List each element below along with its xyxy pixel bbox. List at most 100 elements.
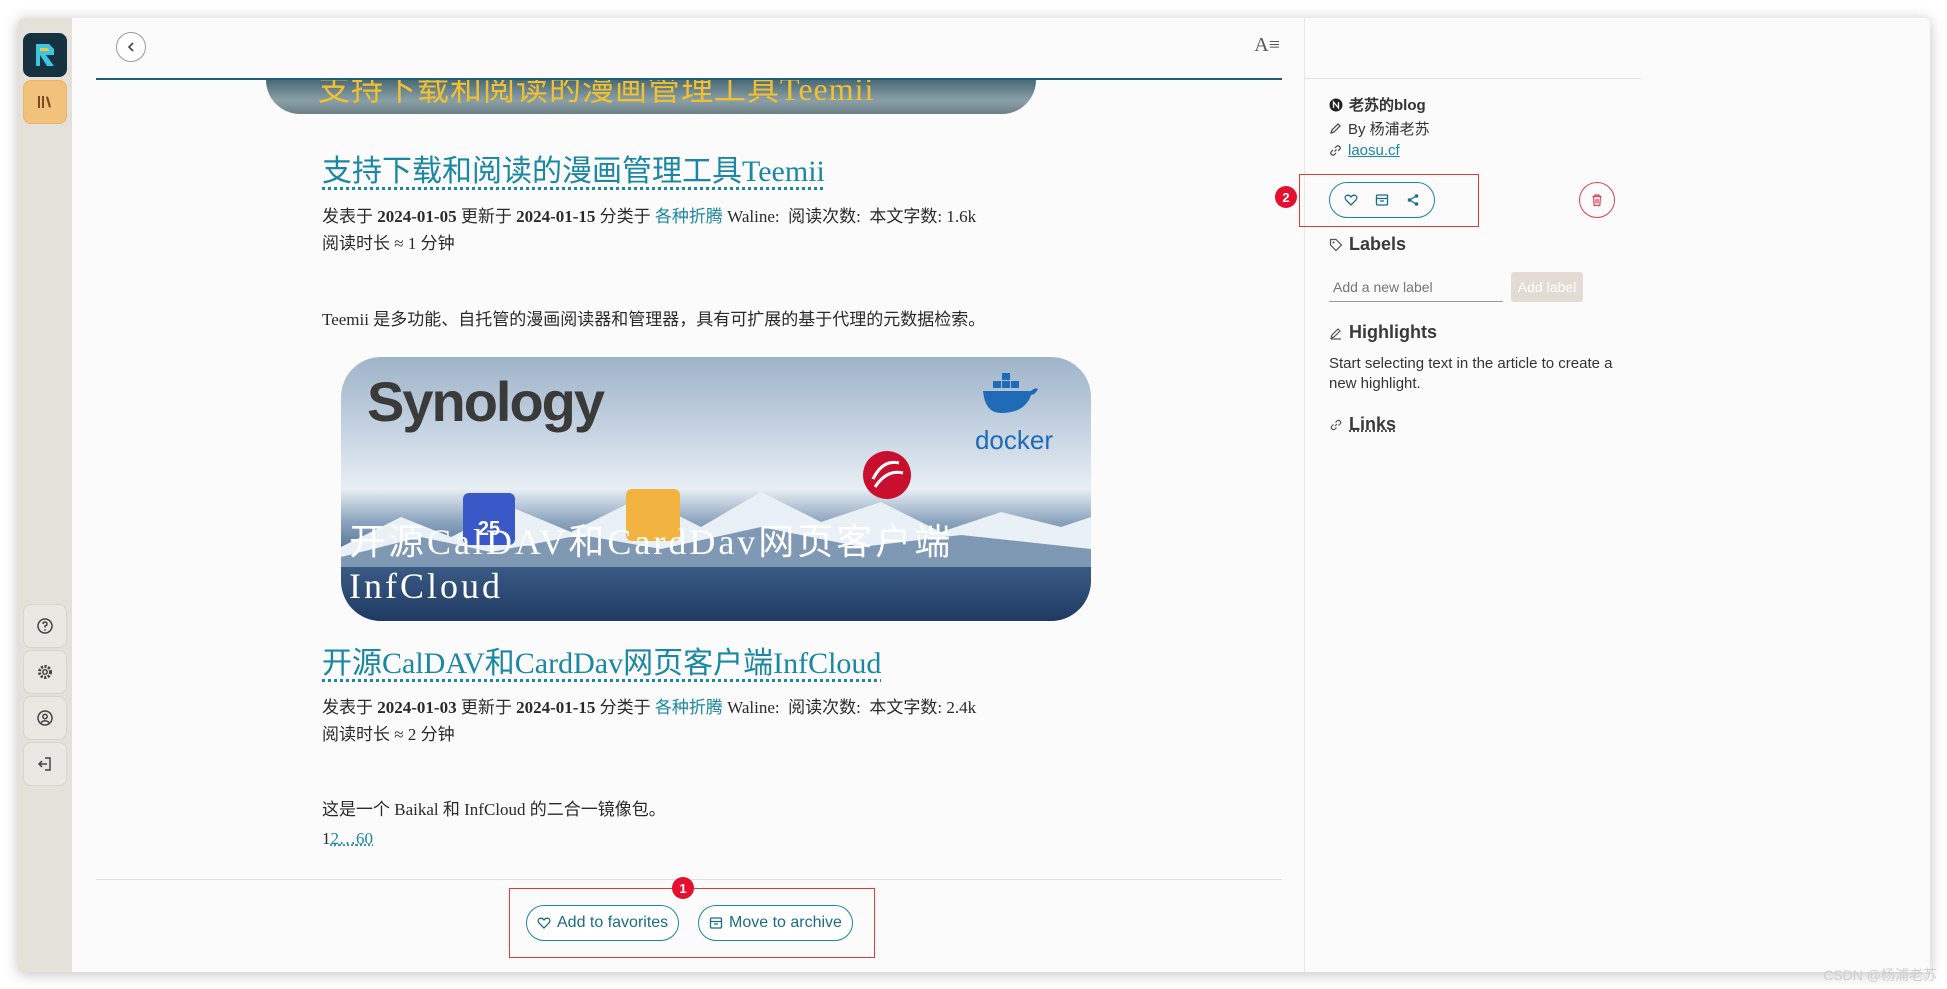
post-title-link[interactable]: 开源CalDAV和CardDav网页客户端InfCloud — [322, 638, 881, 682]
site-favicon-icon — [1329, 98, 1343, 111]
meta-label: 发表于 — [322, 207, 373, 226]
add-label-button[interactable]: Add label — [1511, 272, 1583, 302]
waline-label: Waline: — [727, 698, 780, 717]
author-name: By 杨浦老苏 — [1348, 121, 1430, 138]
logo-icon — [36, 44, 54, 66]
sidebar-item-logout[interactable] — [23, 742, 67, 786]
read-time: 阅读时长 ≈ 1 分钟 — [322, 234, 455, 253]
delete-button[interactable] — [1579, 182, 1615, 218]
share-icon — [1407, 194, 1418, 206]
category-link[interactable]: 各种折腾 — [655, 698, 723, 717]
meta-label: 更新于 — [460, 698, 512, 717]
synology-logo: Synology — [367, 370, 605, 433]
meta-label: 分类于 — [599, 207, 651, 226]
words-label: 本文字数: — [869, 207, 943, 226]
page-ellipsis[interactable]: … — [339, 829, 356, 848]
labels-heading: Labels — [1329, 234, 1406, 255]
add-to-favorites-button[interactable]: Add to favorites — [526, 905, 680, 941]
archive-icon — [1375, 194, 1389, 206]
read-time: 阅读时长 ≈ 2 分钟 — [322, 725, 455, 744]
pagination: 12…60 — [322, 829, 373, 849]
sidebar-item-library[interactable] — [23, 80, 67, 124]
post-title-link[interactable]: 支持下载和阅读的漫画管理工具Teemii — [322, 146, 825, 190]
meta-label: 分类于 — [599, 698, 651, 717]
post-excerpt: 这是一个 Baikal 和 InfCloud 的二合一镜像包。 — [322, 800, 666, 819]
word-count: 2.4k — [946, 698, 977, 717]
post-meta: 发表于 2024-01-03 更新于 2024-01-15 分类于 各种折腾 W… — [322, 694, 1112, 748]
heart-icon — [537, 917, 551, 929]
page-link-2[interactable]: 2 — [331, 829, 340, 848]
chevron-left-icon — [127, 42, 134, 52]
words-label: 本文字数: — [869, 698, 943, 717]
highlights-hint: Start selecting text in the article to c… — [1329, 355, 1613, 392]
font-settings-icon[interactable]: A≡ — [1254, 34, 1280, 57]
docker-whale-icon — [983, 373, 1038, 413]
user-circle-icon — [37, 710, 53, 726]
views-label: 阅读次数: — [788, 207, 861, 226]
previous-post-image: 支持下载和阅读的漫画管理工具Teemii — [266, 80, 1036, 114]
logout-icon — [37, 757, 51, 771]
links-title: Links — [1349, 414, 1397, 434]
new-label-input[interactable] — [1329, 272, 1503, 302]
highlighter-icon — [1330, 327, 1341, 340]
archive-icon-button[interactable] — [1375, 193, 1389, 207]
sidebar — [18, 18, 73, 972]
library-icon — [38, 96, 51, 108]
app-window: A≡ 支持下载和阅读的漫画管理工具Teemii 支持下载和阅读的漫画管理工具Te… — [18, 18, 1930, 972]
favorite-icon-button[interactable] — [1344, 193, 1358, 207]
gear-icon — [38, 665, 52, 679]
add-to-favorites-label: Add to favorites — [557, 914, 669, 931]
post-excerpt: Teemii 是多功能、自托管的漫画阅读器和管理器，具有可扩展的基于代理的元数据… — [322, 310, 986, 329]
published-date: 2024-01-03 — [377, 698, 457, 717]
annotation-badge-2: 2 — [1275, 186, 1297, 208]
updated-date: 2024-01-15 — [516, 698, 596, 717]
url-row: laosu.cf — [1329, 142, 1400, 159]
page-current: 1 — [322, 829, 331, 848]
views-label: 阅读次数: — [788, 698, 861, 717]
article-info-panel: 老苏的blog By 杨浦老苏 laosu.cf 2 Labels Add a … — [1275, 18, 1930, 972]
post-meta: 发表于 2024-01-05 更新于 2024-01-15 分类于 各种折腾 W… — [322, 203, 1112, 257]
link-icon — [1330, 419, 1342, 430]
page-link-last[interactable]: 60 — [356, 829, 373, 848]
feature-image-caption: 开源CalDAV和CardDav网页客户端InfCloud — [349, 522, 954, 606]
labels-title: Labels — [1349, 234, 1407, 254]
site-name-row: 老苏的blog — [1329, 94, 1426, 115]
author-row: By 杨浦老苏 — [1329, 118, 1430, 139]
site-name: 老苏的blog — [1349, 97, 1426, 114]
panel-divider — [1305, 78, 1641, 79]
heart-icon — [1344, 194, 1358, 206]
feature-image: Synology docker 25 开源CalDAV和CardDav网页客户端… — [341, 357, 1091, 621]
sidebar-item-settings[interactable] — [23, 650, 67, 694]
back-button[interactable] — [116, 32, 146, 62]
sidebar-item-account[interactable] — [23, 696, 67, 740]
tag-icon — [1329, 238, 1343, 251]
article-actions-group — [1329, 182, 1435, 218]
archive-icon — [709, 917, 723, 929]
highlights-heading: Highlights — [1329, 322, 1437, 343]
trash-icon — [1592, 194, 1602, 207]
pen-icon — [1330, 123, 1341, 134]
updated-date: 2024-01-15 — [516, 207, 596, 226]
meta-label: 更新于 — [460, 207, 512, 226]
waline-label: Waline: — [727, 207, 780, 226]
watermark: CSDN @杨浦老苏 — [1823, 967, 1937, 983]
link-icon — [1330, 145, 1341, 156]
reader-topbar: A≡ — [96, 18, 1282, 80]
published-date: 2024-01-05 — [377, 207, 457, 226]
move-to-archive-label: Move to archive — [729, 914, 842, 931]
annotation-badge-1: 1 — [672, 877, 694, 899]
category-link[interactable]: 各种折腾 — [655, 207, 723, 226]
help-icon — [37, 618, 53, 634]
banner-text: 支持下载和阅读的漫画管理工具Teemii — [318, 80, 875, 107]
docker-logo-text: docker — [974, 425, 1053, 455]
sidebar-item-help[interactable] — [23, 604, 67, 648]
app-logo[interactable] — [23, 33, 67, 77]
meta-label: 发表于 — [322, 698, 373, 717]
highlights-title: Highlights — [1349, 322, 1437, 342]
links-heading[interactable]: Links — [1329, 414, 1396, 435]
word-count: 1.6k — [946, 207, 977, 226]
move-to-archive-button[interactable]: Move to archive — [698, 905, 853, 941]
infcloud-logo-icon — [863, 451, 911, 499]
share-icon-button[interactable] — [1406, 193, 1420, 207]
article-url-link[interactable]: laosu.cf — [1348, 142, 1400, 159]
